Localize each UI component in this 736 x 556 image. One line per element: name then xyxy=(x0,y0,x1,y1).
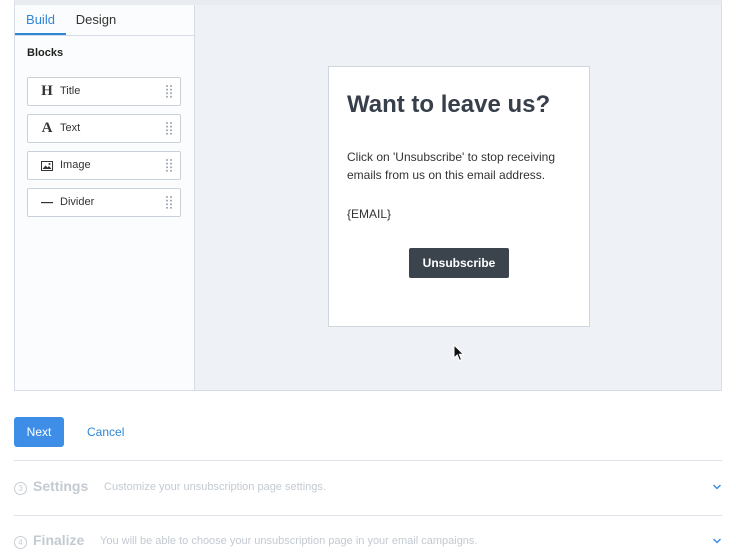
mouse-pointer-icon xyxy=(453,344,465,362)
section-divider xyxy=(14,460,722,461)
block-divider[interactable]: Divider xyxy=(27,188,181,217)
unsubscribe-button[interactable]: Unsubscribe xyxy=(409,248,509,278)
email-placeholder[interactable]: {EMAIL} xyxy=(347,207,391,221)
preview-heading[interactable]: Want to leave us? xyxy=(347,91,550,119)
chevron-down-icon[interactable] xyxy=(712,483,722,491)
step-description: You will be able to choose your unsubscr… xyxy=(100,535,478,547)
drag-handle-icon[interactable] xyxy=(166,122,172,135)
block-image[interactable]: Image xyxy=(27,151,181,180)
step-settings[interactable]: 3 Settings Customize your unsubscription… xyxy=(14,476,722,502)
cancel-link[interactable]: Cancel xyxy=(87,417,124,447)
unsubscribe-page-preview[interactable]: Want to leave us? Click on 'Unsubscribe'… xyxy=(328,66,590,327)
step-description: Customize your unsubscription page setti… xyxy=(104,481,326,493)
title-heading-icon: H xyxy=(41,83,53,99)
block-label: Title xyxy=(60,85,81,97)
chevron-down-icon[interactable] xyxy=(712,537,722,545)
block-title[interactable]: H Title xyxy=(27,77,181,106)
section-divider xyxy=(14,515,722,516)
step-title: Settings xyxy=(33,478,89,494)
tab-design[interactable]: Design xyxy=(66,5,126,35)
step-finalize[interactable]: 4 Finalize You will be able to choose yo… xyxy=(14,530,722,556)
next-button[interactable]: Next xyxy=(14,417,64,447)
preview-message[interactable]: Click on 'Unsubscribe' to stop receiving… xyxy=(347,148,567,184)
step-title: Finalize xyxy=(33,532,85,548)
block-label: Image xyxy=(60,159,91,171)
drag-handle-icon[interactable] xyxy=(166,196,172,209)
block-text[interactable]: A Text xyxy=(27,114,181,143)
block-label: Text xyxy=(60,122,81,134)
text-letter-icon: A xyxy=(41,120,53,136)
tab-build[interactable]: Build xyxy=(15,5,66,35)
blocks-sidebar: Build Design Blocks H Title A Text Image… xyxy=(15,5,195,390)
divider-line-icon xyxy=(39,189,55,216)
step-number-badge: 3 xyxy=(14,482,27,495)
blocks-heading: Blocks xyxy=(27,47,64,59)
block-label: Divider xyxy=(60,196,95,208)
editor-tabs: Build Design xyxy=(15,5,194,36)
drag-handle-icon[interactable] xyxy=(166,159,172,172)
drag-handle-icon[interactable] xyxy=(166,85,172,98)
preview-canvas: Want to leave us? Click on 'Unsubscribe'… xyxy=(195,5,721,390)
image-icon xyxy=(39,152,55,179)
step-number-badge: 4 xyxy=(14,536,27,549)
page-editor: Build Design Blocks H Title A Text Image… xyxy=(14,0,722,391)
